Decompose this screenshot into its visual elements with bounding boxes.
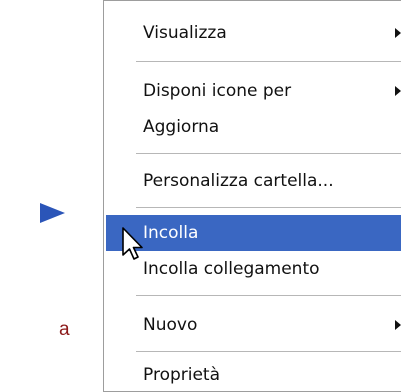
- menu-item-disponi-icone[interactable]: Disponi icone per: [106, 73, 401, 109]
- menu-item-label: Proprietà: [143, 365, 221, 385]
- menu-item-label: Visualizza: [143, 23, 227, 43]
- menu-item-label: Personalizza cartella...: [143, 171, 334, 191]
- menu-item-label: Incolla: [143, 223, 199, 243]
- menu-item-label: Disponi icone per: [143, 81, 292, 101]
- menu-separator: [136, 295, 401, 297]
- menu-item-proprieta[interactable]: Proprietà: [106, 357, 401, 392]
- menu-item-aggiorna[interactable]: Aggiorna: [106, 109, 401, 145]
- menu-item-label: Aggiorna: [143, 117, 220, 137]
- margin-text: a: [59, 319, 70, 340]
- submenu-arrow-icon: [395, 320, 401, 330]
- submenu-arrow-icon: [395, 86, 401, 96]
- mouse-cursor-icon: [122, 227, 143, 260]
- menu-item-label: Incolla collegamento: [143, 259, 320, 279]
- menu-item-visualizza[interactable]: Visualizza: [106, 15, 401, 51]
- menu-item-personalizza-cartella[interactable]: Personalizza cartella...: [106, 163, 401, 199]
- menu-item-incolla[interactable]: Incolla: [106, 215, 401, 251]
- menu-separator: [136, 61, 401, 63]
- menu-item-incolla-collegamento[interactable]: Incolla collegamento: [106, 251, 401, 287]
- menu-separator: [136, 351, 401, 353]
- menu-separator: [136, 207, 401, 209]
- submenu-arrow-icon: [395, 28, 401, 38]
- context-menu: Visualizza Disponi icone per Aggiorna Pe…: [103, 0, 401, 392]
- pointer-arrow-icon: [40, 203, 65, 223]
- menu-item-nuovo[interactable]: Nuovo: [106, 307, 401, 343]
- menu-item-label: Nuovo: [143, 315, 198, 335]
- menu-separator: [136, 153, 401, 155]
